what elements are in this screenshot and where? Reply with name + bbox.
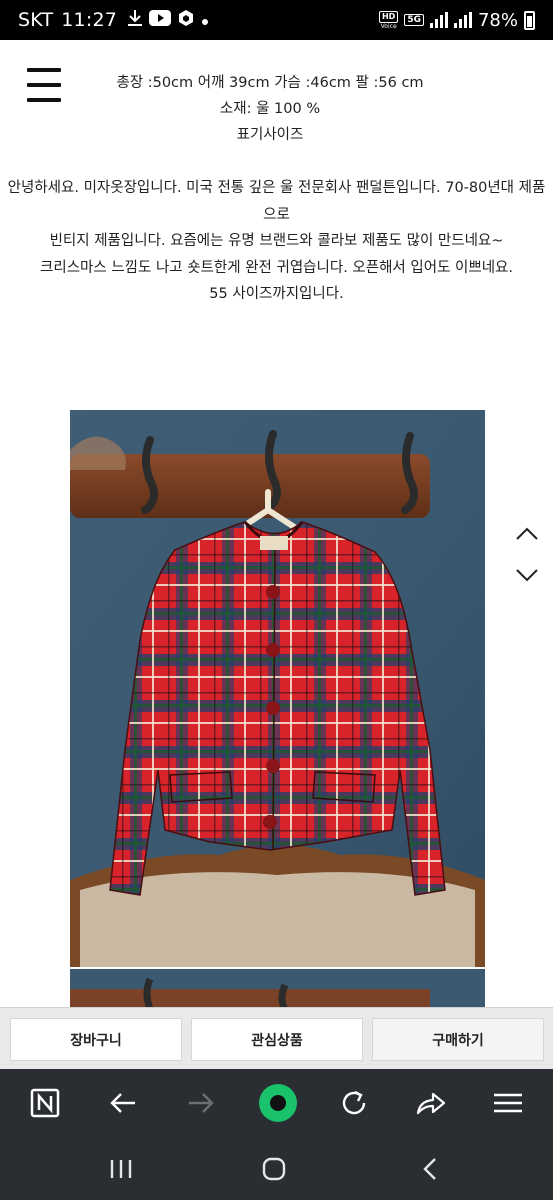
home-green-icon[interactable] <box>256 1081 300 1125</box>
carrier-label: SKT <box>18 9 54 31</box>
spec-material: 소재: 울 100 % <box>219 101 321 117</box>
purchase-bar: 장바구니 관심상품 구매하기 <box>0 1007 553 1069</box>
browser-toolbar <box>0 1069 553 1137</box>
download-icon <box>127 9 143 31</box>
spec-size: 표기사이즈 <box>236 127 304 143</box>
spec-measurements: 총장 :50cm 어깨 39cm 가슴 :46cm 팔 :56 cm <box>116 75 424 91</box>
home-icon[interactable] <box>259 1155 289 1183</box>
product-photo[interactable] <box>70 410 485 967</box>
recent-apps-icon[interactable] <box>106 1155 136 1183</box>
description-line: 크리스마스 느낌도 나고 숏트한게 완전 귀엽습니다. 오픈해서 입어도 이쁘네… <box>40 259 513 276</box>
naver-n-icon[interactable] <box>27 1085 63 1121</box>
forward-arrow-icon[interactable] <box>183 1085 219 1121</box>
dot-icon <box>201 11 209 30</box>
product-photo-next[interactable] <box>70 969 485 1009</box>
signal-icon <box>429 12 448 28</box>
system-nav-bar <box>0 1137 553 1200</box>
buy-now-button[interactable]: 구매하기 <box>372 1018 544 1061</box>
network-badge: 5G <box>404 14 424 26</box>
youtube-icon <box>149 10 172 30</box>
clock: 11:27 <box>61 9 118 31</box>
signal-icon-2 <box>453 12 472 28</box>
back-arrow-icon[interactable] <box>105 1085 141 1121</box>
menu-icon[interactable] <box>490 1085 526 1121</box>
description-line: 안녕하세요. 미자옷장입니다. 미국 전통 깊은 울 전문회사 팬덜튼입니다. … <box>7 180 546 223</box>
share-icon[interactable] <box>413 1085 449 1121</box>
cube-app-icon <box>177 9 195 31</box>
product-description: 안녕하세요. 미자옷장입니다. 미국 전통 깊은 울 전문회사 팬덜튼입니다. … <box>0 175 553 308</box>
scroll-down-icon[interactable] <box>514 566 540 584</box>
add-to-cart-button[interactable]: 장바구니 <box>10 1018 182 1061</box>
description-line: 빈티지 제품입니다. 요즘에는 유명 브랜드와 콜라보 제품도 많이 만드네요~ <box>49 233 504 249</box>
voice-label: Voice <box>380 22 397 30</box>
wishlist-button[interactable]: 관심상품 <box>191 1018 363 1061</box>
hd-badge: HD <box>378 10 399 23</box>
description-line: 55 사이즈까지입니다. <box>209 286 344 302</box>
battery-icon <box>524 10 535 30</box>
hamburger-menu-icon[interactable] <box>27 68 61 104</box>
status-bar: SKT 11:27 HD Voice 5G 78% <box>0 0 553 40</box>
refresh-icon[interactable] <box>336 1085 372 1121</box>
scroll-up-icon[interactable] <box>514 525 540 543</box>
battery-percent: 78% <box>477 9 518 31</box>
back-icon[interactable] <box>416 1155 446 1183</box>
